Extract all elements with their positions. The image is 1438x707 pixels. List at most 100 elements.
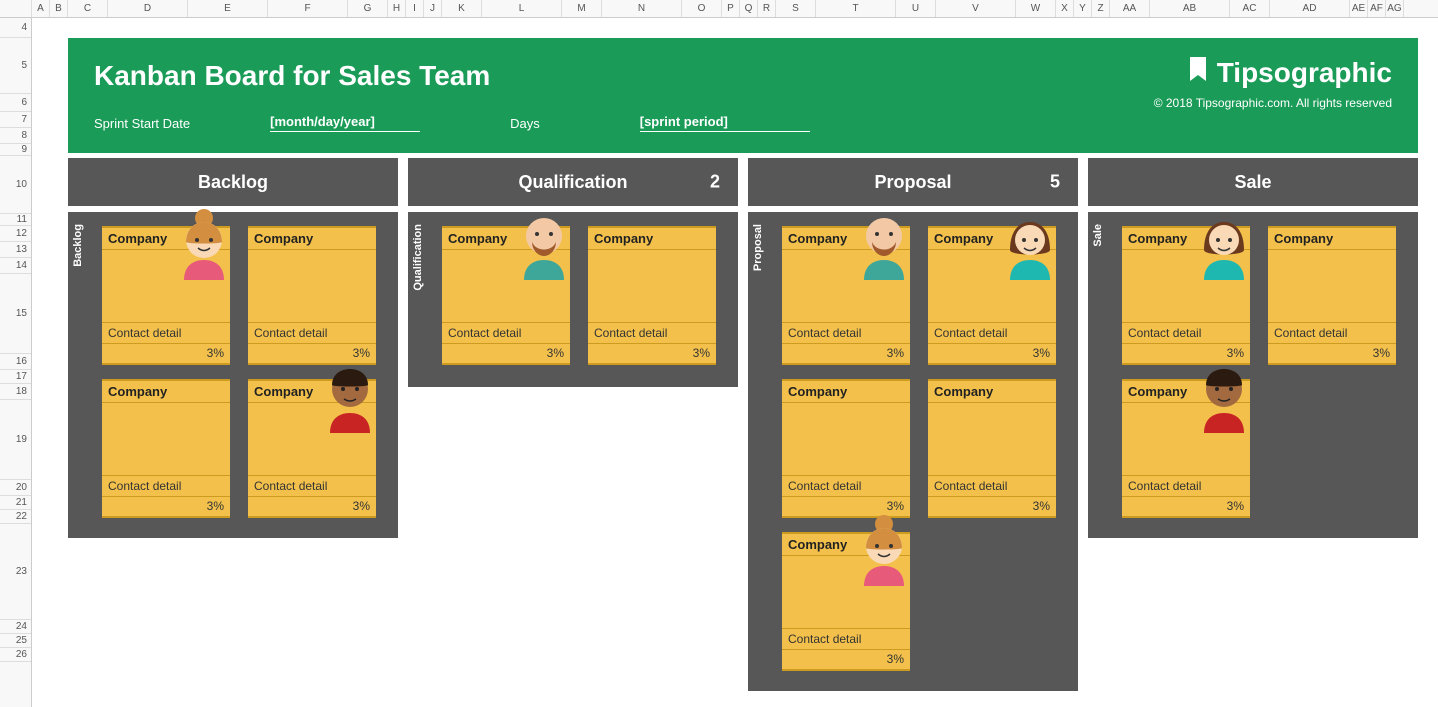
card-contact: Contact detail [442, 322, 570, 344]
col-header[interactable]: G [348, 0, 388, 17]
col-header[interactable]: S [776, 0, 816, 17]
spreadsheet-canvas[interactable]: Kanban Board for Sales Team Tipsographic… [32, 18, 1438, 707]
col-header[interactable]: Y [1074, 0, 1092, 17]
card-company: Company [248, 226, 376, 250]
row-header[interactable]: 21 [0, 496, 31, 510]
row-header[interactable]: 12 [0, 226, 31, 242]
col-header[interactable]: C [68, 0, 108, 17]
sprint-start-input[interactable]: [month/day/year] [270, 114, 420, 132]
col-header[interactable]: AB [1150, 0, 1230, 17]
col-header[interactable]: P [722, 0, 740, 17]
row-header[interactable]: 15 [0, 274, 31, 354]
col-header[interactable]: H [388, 0, 406, 17]
row-header[interactable]: 22 [0, 510, 31, 524]
col-header[interactable]: AA [1110, 0, 1150, 17]
row-header[interactable]: 26 [0, 648, 31, 662]
row-header[interactable]: 18 [0, 384, 31, 400]
kanban-card[interactable]: CompanyContact detail3% [102, 379, 230, 518]
row-header[interactable]: 7 [0, 112, 31, 128]
lane-side-label: Proposal [752, 224, 764, 271]
lane-body[interactable]: SaleCompanyContact detail3%CompanyContac… [1088, 212, 1418, 538]
row-header[interactable]: 13 [0, 242, 31, 258]
col-header[interactable] [0, 0, 32, 17]
col-header[interactable]: Q [740, 0, 758, 17]
sprint-period-input[interactable]: [sprint period] [640, 114, 810, 132]
col-header[interactable]: U [896, 0, 936, 17]
col-header[interactable]: X [1056, 0, 1074, 17]
row-header[interactable]: 11 [0, 214, 31, 226]
col-header[interactable]: AD [1270, 0, 1350, 17]
col-header[interactable]: E [188, 0, 268, 17]
kanban-card[interactable]: CompanyContact detail3% [248, 379, 376, 518]
row-header[interactable]: 16 [0, 354, 31, 370]
kanban-card[interactable]: CompanyContact detail3% [782, 379, 910, 518]
card-company: Company [782, 532, 910, 556]
col-header[interactable]: AE [1350, 0, 1368, 17]
row-header[interactable]: 17 [0, 370, 31, 384]
row-header[interactable]: 23 [0, 524, 31, 620]
col-header[interactable]: L [482, 0, 562, 17]
col-header[interactable]: K [442, 0, 482, 17]
card-company: Company [1268, 226, 1396, 250]
col-header[interactable]: J [424, 0, 442, 17]
lane-body[interactable]: ProposalCompanyContact detail3%CompanyCo… [748, 212, 1078, 691]
lane-header[interactable]: Backlog [68, 158, 398, 206]
lane-header[interactable]: Proposal5 [748, 158, 1078, 206]
row-header[interactable]: 4 [0, 18, 31, 38]
col-header[interactable]: AG [1386, 0, 1404, 17]
kanban-card[interactable]: CompanyContact detail3% [1268, 226, 1396, 365]
kanban-card[interactable]: CompanyContact detail3% [248, 226, 376, 365]
card-contact: Contact detail [1122, 475, 1250, 497]
kanban-card[interactable]: CompanyContact detail3% [928, 226, 1056, 365]
col-header[interactable]: N [602, 0, 682, 17]
card-container: CompanyContact detail3%CompanyContact de… [1122, 226, 1398, 518]
row-header[interactable]: 5 [0, 38, 31, 94]
col-header[interactable]: AC [1230, 0, 1270, 17]
lane-header[interactable]: Sale [1088, 158, 1418, 206]
col-header[interactable]: I [406, 0, 424, 17]
row-header[interactable]: 19 [0, 400, 31, 480]
lane-body[interactable]: BacklogCompanyContact detail3%CompanyCon… [68, 212, 398, 538]
card-body [782, 556, 910, 628]
card-percent: 3% [782, 497, 910, 518]
row-header[interactable]: 6 [0, 94, 31, 112]
col-header[interactable]: M [562, 0, 602, 17]
kanban-card[interactable]: CompanyContact detail3% [1122, 226, 1250, 365]
card-percent: 3% [928, 344, 1056, 365]
row-header[interactable]: 9 [0, 144, 31, 156]
col-header[interactable]: R [758, 0, 776, 17]
col-header[interactable]: V [936, 0, 1016, 17]
col-header[interactable]: F [268, 0, 348, 17]
row-header[interactable]: 14 [0, 258, 31, 274]
col-header[interactable]: AF [1368, 0, 1386, 17]
card-container: CompanyContact detail3%CompanyContact de… [442, 226, 718, 365]
col-header[interactable]: D [108, 0, 188, 17]
card-container: CompanyContact detail3%CompanyContact de… [782, 226, 1058, 671]
kanban-card[interactable]: CompanyContact detail3% [782, 532, 910, 671]
card-company: Company [102, 379, 230, 403]
row-header[interactable]: 8 [0, 128, 31, 144]
col-header[interactable]: W [1016, 0, 1056, 17]
card-body [102, 250, 230, 322]
card-contact: Contact detail [588, 322, 716, 344]
lane-body[interactable]: QualificationCompanyContact detail3%Comp… [408, 212, 738, 387]
row-header[interactable]: 25 [0, 634, 31, 648]
kanban-card[interactable]: CompanyContact detail3% [782, 226, 910, 365]
kanban-card[interactable]: CompanyContact detail3% [102, 226, 230, 365]
kanban-card[interactable]: CompanyContact detail3% [928, 379, 1056, 518]
col-header[interactable]: O [682, 0, 722, 17]
card-contact: Contact detail [782, 628, 910, 650]
kanban-card[interactable]: CompanyContact detail3% [1122, 379, 1250, 518]
col-header[interactable]: A [32, 0, 50, 17]
kanban-card[interactable]: CompanyContact detail3% [588, 226, 716, 365]
row-header[interactable]: 24 [0, 620, 31, 634]
col-header[interactable]: B [50, 0, 68, 17]
kanban-card[interactable]: CompanyContact detail3% [442, 226, 570, 365]
lane-header[interactable]: Qualification2 [408, 158, 738, 206]
row-header[interactable]: 10 [0, 156, 31, 214]
col-header[interactable]: T [816, 0, 896, 17]
lane-sale: SaleSaleCompanyContact detail3%CompanyCo… [1088, 158, 1418, 691]
row-header[interactable]: 20 [0, 480, 31, 496]
card-company: Company [248, 379, 376, 403]
col-header[interactable]: Z [1092, 0, 1110, 17]
